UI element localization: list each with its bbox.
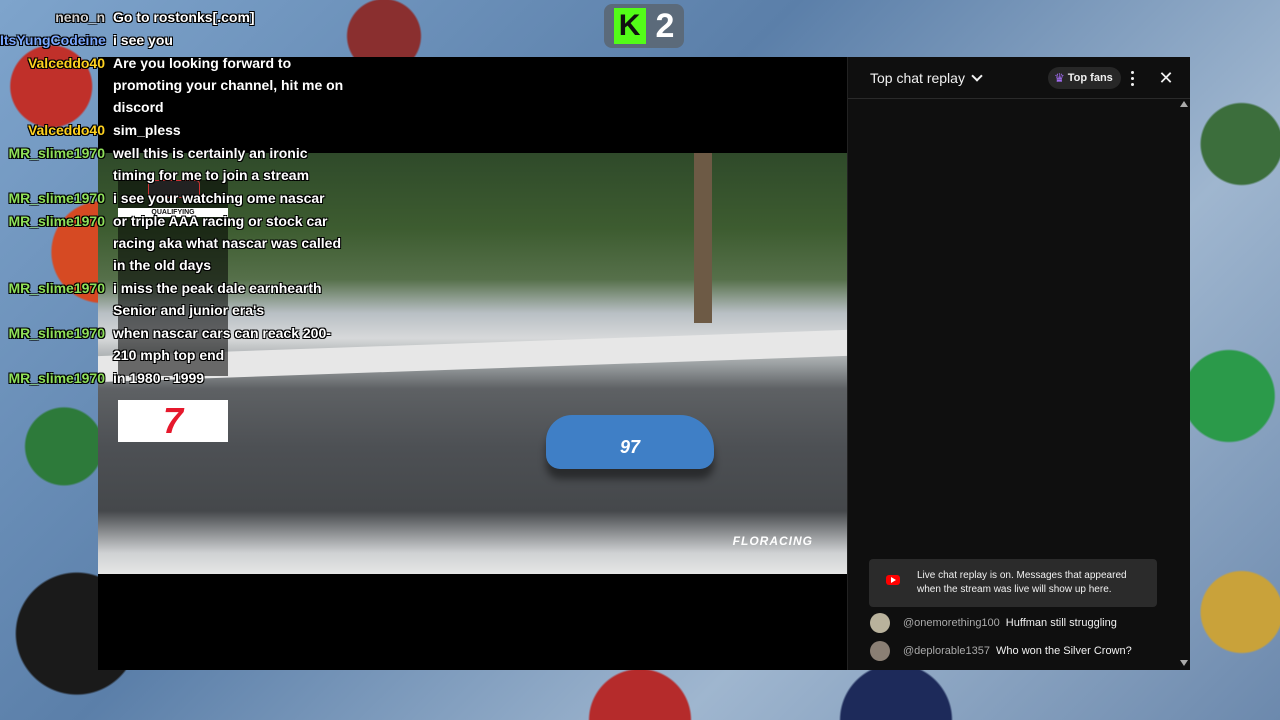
kick-viewer-badge: K 2 — [604, 4, 684, 48]
top-fans-label: Top fans — [1067, 72, 1113, 84]
kick-logo-icon: K — [613, 8, 646, 44]
youtube-icon — [886, 575, 900, 585]
chat-author[interactable]: @onemorething100 — [903, 617, 1000, 629]
avatar[interactable] — [870, 613, 890, 633]
overlay-chat-text: Go to rostonks[.com] — [113, 9, 255, 25]
overlay-chat-author: MR_slime1970 — [8, 280, 105, 296]
overlay-chat-text: in 1980 - 1999 — [113, 370, 205, 386]
overlay-chat-text: i miss the peak dale earnhearth Senior a… — [113, 280, 322, 318]
avatar[interactable] — [870, 641, 890, 661]
chat-replay-notice: Live chat replay is on. Messages that ap… — [869, 559, 1157, 607]
chat-header: Top chat replay ♛ Top fans ✕ — [848, 57, 1190, 99]
overlay-chat: neno_n Go to rostonks[.com] ItsYungCodei… — [0, 6, 345, 390]
overlay-chat-message: neno_n Go to rostonks[.com] — [0, 6, 345, 28]
overlay-chat-text: or triple AAA racing or stock car racing… — [113, 213, 342, 273]
top-fans-button[interactable]: ♛ Top fans — [1048, 67, 1121, 89]
chat-message[interactable]: @onemorething100 Huffman still strugglin… — [870, 613, 1117, 633]
overlay-chat-author: MR_slime1970 — [8, 213, 105, 229]
chat-message-text: Huffman still struggling — [1005, 617, 1117, 629]
overlay-chat-author: Valceddo40 — [27, 122, 105, 138]
close-icon[interactable]: ✕ — [1156, 68, 1176, 88]
chat-message-text: Who won the Silver Crown? — [996, 645, 1132, 657]
overlay-chat-message: MR_slime1970 when nascar cars can reack … — [0, 322, 345, 366]
overlay-chat-message: MR_slime1970 i miss the peak dale earnhe… — [0, 277, 345, 321]
more-options-icon[interactable] — [1126, 67, 1138, 89]
overlay-chat-author: MR_slime1970 — [8, 145, 105, 161]
overlay-chat-author: MR_slime1970 — [8, 370, 105, 386]
chat-replay-notice-text: Live chat replay is on. Messages that ap… — [917, 570, 1127, 595]
viewer-count: 2 — [655, 6, 675, 45]
overlay-chat-author: MR_slime1970 — [8, 325, 105, 341]
overlay-chat-text: when nascar cars can reack 200-210 mph t… — [113, 325, 331, 363]
scroll-down-arrow-icon[interactable] — [1180, 660, 1188, 666]
overlay-chat-message: ItsYungCodeine i see you — [0, 29, 345, 51]
overlay-chat-text: sim_pless — [113, 122, 181, 138]
overlay-chat-message: MR_slime1970 well this is certainly an i… — [0, 142, 345, 186]
floracing-watermark: FLORACING — [732, 534, 813, 548]
overlay-chat-message: Valceddo40 Are you looking forward to pr… — [0, 52, 345, 118]
live-chat-panel: Top chat replay ♛ Top fans ✕ Live chat r… — [847, 57, 1190, 670]
chat-mode-dropdown[interactable]: Top chat replay — [870, 69, 983, 86]
overlay-chat-message: Valceddo40 sim_pless — [0, 119, 345, 141]
crown-icon: ♛ — [1054, 71, 1065, 85]
overlay-chat-text: Are you looking forward to promoting you… — [113, 55, 344, 115]
chat-mode-label: Top chat replay — [870, 70, 965, 86]
race-car: 97 — [546, 415, 714, 469]
overlay-chat-author: Valceddo40 — [27, 55, 105, 71]
overlay-chat-author: neno_n — [55, 9, 105, 25]
overlay-chat-text: well this is certainly an ironic timing … — [113, 145, 310, 183]
overlay-chat-author: MR_slime1970 — [8, 190, 105, 206]
broadcast-logo: 7 — [118, 400, 228, 442]
chat-author[interactable]: @deplorable1357 — [903, 645, 990, 657]
chevron-down-icon — [971, 69, 983, 82]
car-number: 97 — [620, 437, 641, 457]
overlay-chat-message: MR_slime1970 i see your watching ome nas… — [0, 187, 345, 209]
broadcast-logo-icon: 7 — [162, 400, 184, 441]
chat-message[interactable]: @deplorable1357 Who won the Silver Crown… — [870, 641, 1132, 661]
scroll-up-arrow-icon[interactable] — [1180, 101, 1188, 107]
overlay-chat-message: MR_slime1970 in 1980 - 1999 — [0, 367, 345, 389]
overlay-chat-author: ItsYungCodeine — [0, 32, 106, 48]
video-pole — [694, 153, 712, 323]
overlay-chat-text: i see your watching ome nascar — [113, 190, 325, 206]
overlay-chat-message: MR_slime1970 or triple AAA racing or sto… — [0, 210, 345, 276]
overlay-chat-text: i see you — [113, 32, 173, 48]
